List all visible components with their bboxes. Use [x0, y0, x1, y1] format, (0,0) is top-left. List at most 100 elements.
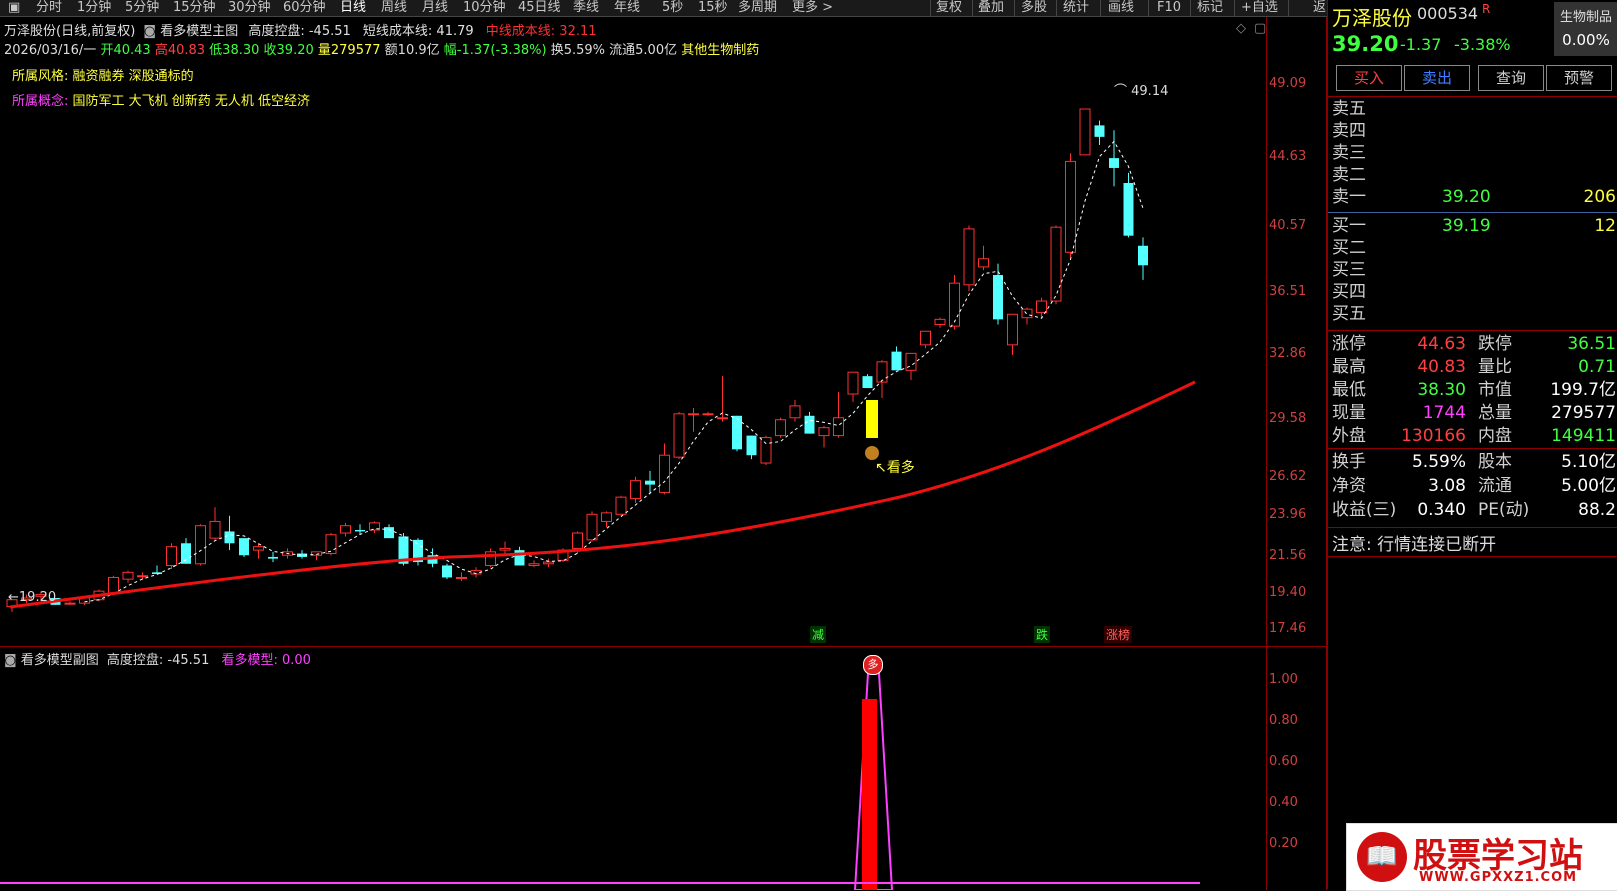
- tab-45day[interactable]: 45日线: [518, 0, 561, 16]
- sell-level-2[interactable]: 卖二: [1332, 164, 1616, 187]
- candle-body: [645, 480, 655, 485]
- ytick: 19.40: [1269, 585, 1307, 600]
- watermark-url: WWW.GPXXZ1.COM: [1419, 870, 1578, 885]
- mark-reduce[interactable]: 减: [810, 626, 827, 643]
- sell-button[interactable]: 卖出: [1404, 65, 1470, 91]
- bullish-marker: 多: [863, 655, 883, 675]
- tab-quarterly[interactable]: 季线: [573, 0, 599, 16]
- buy-level-1[interactable]: 买一 39.19 12: [1332, 215, 1616, 238]
- ytick: 29.58: [1269, 411, 1307, 426]
- candle-body: [746, 435, 757, 456]
- mark-fall[interactable]: 跌: [1034, 626, 1051, 643]
- mark-top-gainer[interactable]: 涨榜: [1104, 626, 1133, 643]
- max-price-label: ⌒ 49.14: [1114, 84, 1169, 99]
- tab-30min[interactable]: 30分钟: [228, 0, 271, 16]
- candlestick-chart[interactable]: [0, 17, 1266, 645]
- min-price-label: ←19.20: [8, 590, 57, 605]
- candle-body: [137, 575, 148, 578]
- ytick: 36.51: [1269, 284, 1307, 299]
- ytick: 40.57: [1269, 218, 1307, 233]
- candle-body: [920, 330, 931, 346]
- tab-5sec[interactable]: 5秒: [662, 0, 683, 16]
- tab-15min[interactable]: 15分钟: [173, 0, 216, 16]
- tab-60min[interactable]: 60分钟: [283, 0, 326, 16]
- tab-1min[interactable]: 1分钟: [77, 0, 111, 16]
- ytick: 44.63: [1269, 149, 1307, 164]
- candle-body: [456, 576, 467, 579]
- buy-level-3[interactable]: 买三: [1332, 259, 1616, 282]
- buy-level-4[interactable]: 买四: [1332, 281, 1616, 304]
- tab-fenshi[interactable]: 分时: [36, 0, 62, 16]
- candle-body: [891, 351, 902, 371]
- candle-body: [978, 258, 989, 268]
- candle-body: [601, 512, 612, 522]
- tab-5min[interactable]: 5分钟: [125, 0, 159, 16]
- fuquan-button[interactable]: 复权: [936, 0, 962, 16]
- candle-body: [1065, 160, 1076, 253]
- candle-body: [659, 454, 670, 493]
- stat-row: 最高 40.83 量比 0.71: [1332, 357, 1616, 377]
- candle-body: [543, 561, 554, 565]
- sell-level-5[interactable]: 卖五: [1332, 98, 1616, 121]
- add-watchlist-button[interactable]: +自选: [1241, 0, 1278, 16]
- buy-level-2[interactable]: 买二: [1332, 237, 1616, 260]
- mid-cost-curve: [9, 380, 1196, 609]
- stats-button[interactable]: 统计: [1063, 0, 1089, 16]
- sell-level-4[interactable]: 卖四: [1332, 120, 1616, 143]
- candle-body: [862, 376, 873, 389]
- ytick: 0.60: [1269, 754, 1298, 769]
- buy-button[interactable]: 买入: [1336, 65, 1402, 91]
- main-chart-pane: 万泽股份(日线,前复权) ◙ 看多模型主图 高度控盘: -45.51 短线成本线…: [0, 17, 1327, 645]
- candle-body: [789, 405, 801, 419]
- candle-body: [64, 602, 76, 605]
- sell-level-3[interactable]: 卖三: [1332, 142, 1616, 165]
- candle-body: [717, 417, 728, 420]
- tab-weekly[interactable]: 周线: [381, 0, 407, 16]
- stock-name: 万泽股份: [1332, 6, 1412, 30]
- tab-daily[interactable]: 日线: [340, 0, 366, 16]
- ytick: 0.20: [1269, 836, 1298, 851]
- f10-button[interactable]: F10: [1157, 0, 1181, 16]
- candle-body: [152, 572, 162, 575]
- candle-body: [673, 413, 685, 458]
- connection-notice: 注意: 行情连接已断开: [1332, 535, 1497, 555]
- sell-level-1[interactable]: 卖一 39.20 206: [1332, 186, 1616, 209]
- candle-body: [572, 532, 583, 549]
- multi-stock-button[interactable]: 多股: [1021, 0, 1047, 16]
- stat-row: 外盘 130166 内盘 149411: [1332, 426, 1616, 446]
- alert-button[interactable]: 预警: [1546, 65, 1612, 91]
- menu-icon[interactable]: ▣: [8, 0, 20, 16]
- stat2-row: 净资 3.08 流通 5.00亿: [1332, 476, 1616, 496]
- tab-more[interactable]: 更多 >: [792, 0, 833, 16]
- sector-box[interactable]: 生物制品 0.00%: [1554, 2, 1617, 56]
- stat-row: 现量 1744 总量 279577: [1332, 403, 1616, 423]
- tab-15sec[interactable]: 15秒: [698, 0, 728, 16]
- candle-body: [760, 437, 772, 464]
- candle-body: [993, 275, 1003, 320]
- stock-code: 000534: [1417, 4, 1479, 23]
- candle-body: [355, 530, 365, 532]
- tab-monthly[interactable]: 月线: [422, 0, 448, 16]
- ytick: 23.96: [1269, 507, 1307, 522]
- query-button[interactable]: 查询: [1478, 65, 1544, 91]
- price-change: -1.37: [1400, 35, 1442, 54]
- ytick: 1.00: [1269, 672, 1298, 687]
- ytick: 21.56: [1269, 548, 1307, 563]
- candle-body: [818, 427, 830, 437]
- mark-button[interactable]: 标记: [1197, 0, 1223, 16]
- candle-body: [688, 413, 699, 416]
- candle-body: [833, 417, 844, 437]
- candle-body: [122, 571, 134, 580]
- tab-10min[interactable]: 10分钟: [463, 0, 506, 16]
- draw-line-button[interactable]: 画线: [1108, 0, 1134, 16]
- signal-candle: [866, 400, 878, 438]
- tab-multi-period[interactable]: 多周期: [738, 0, 777, 16]
- stat-row: 最低 38.30 市值 199.7亿: [1332, 380, 1616, 400]
- tab-yearly[interactable]: 年线: [614, 0, 640, 16]
- candle-body: [775, 419, 786, 437]
- buy-level-5[interactable]: 买五: [1332, 303, 1616, 326]
- candle-body: [181, 543, 191, 564]
- candle-body: [905, 352, 917, 371]
- candle-body: [1021, 308, 1033, 319]
- overlay-button[interactable]: 叠加: [978, 0, 1004, 16]
